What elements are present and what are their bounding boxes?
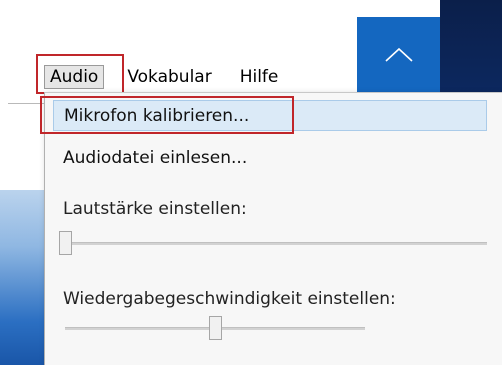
menu-item-mikrofon-kalibrieren[interactable]: Mikrofon kalibrieren...: [53, 100, 487, 131]
volume-slider-track: [59, 242, 487, 245]
menu-vokabular[interactable]: Vokabular: [120, 65, 218, 89]
volume-slider[interactable]: [59, 231, 487, 255]
chevron-up-icon: [384, 47, 413, 62]
app-window-left-area: [0, 0, 45, 190]
audio-dropdown-menu: Mikrofon kalibrieren... Audiodatei einle…: [44, 92, 502, 365]
menu-bar: Audio Vokabular Hilfe: [44, 64, 299, 90]
playback-speed-slider-thumb[interactable]: [209, 316, 222, 340]
menu-hilfe[interactable]: Hilfe: [233, 65, 286, 89]
menu-item-audiodatei-einlesen[interactable]: Audiodatei einlesen...: [53, 143, 487, 174]
playback-speed-label: Wiedergabegeschwindigkeit einstellen:: [63, 289, 396, 309]
menu-audio[interactable]: Audio: [44, 65, 105, 89]
playback-speed-slider[interactable]: [65, 316, 365, 340]
volume-label: Lautstärke einstellen:: [63, 199, 247, 219]
desktop: Audio Vokabular Hilfe Mikrofon kalibrier…: [0, 0, 502, 365]
volume-slider-thumb[interactable]: [59, 231, 72, 255]
